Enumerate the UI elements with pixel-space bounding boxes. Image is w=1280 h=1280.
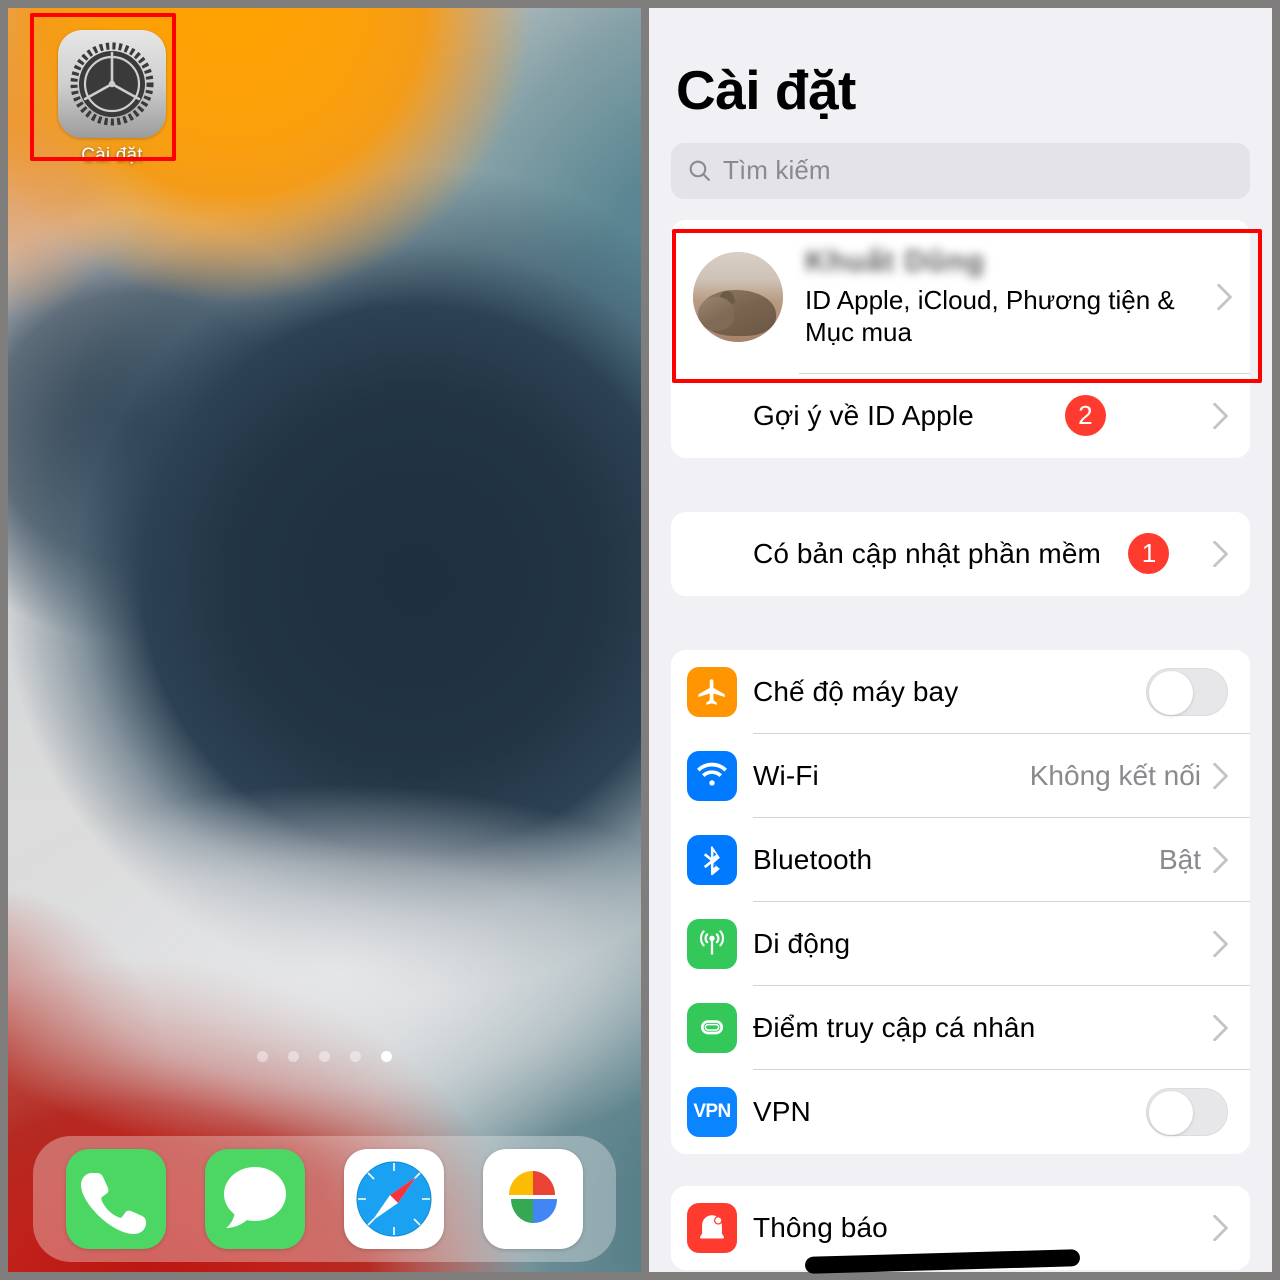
home-app-label: Cài đặt xyxy=(81,145,143,166)
cellular-antenna-icon xyxy=(687,918,737,969)
bluetooth-icon xyxy=(687,834,737,885)
row-lead xyxy=(671,1202,753,1253)
home-app-settings[interactable]: Cài đặt xyxy=(46,30,178,167)
airplane-icon xyxy=(687,666,737,717)
vpn-icon: VPN xyxy=(687,1086,737,1137)
row-label-bluetooth: Bluetooth xyxy=(753,843,873,875)
software-update-label: Có bản cập nhật phần mềm xyxy=(753,537,1101,569)
page-dot-4[interactable] xyxy=(350,1051,361,1062)
iphone-home-screen: Cài đặt xyxy=(8,8,641,1272)
row-label-cellular: Di động xyxy=(753,927,851,959)
row-lead xyxy=(671,834,753,885)
apple-id-suggestion-row[interactable]: Gợi ý về ID Apple 2 xyxy=(671,373,1250,458)
chevron-right-icon xyxy=(1213,1014,1228,1041)
software-update-badge: 1 xyxy=(1128,533,1170,575)
search-field[interactable] xyxy=(671,142,1250,199)
settings-gear-icon xyxy=(58,30,166,138)
home-page-indicator[interactable] xyxy=(8,1051,641,1062)
notifications-group: Thông báo xyxy=(671,1185,1250,1270)
connectivity-group: Chế độ máy bay Wi-Fi Không kết nối Bluet… xyxy=(671,649,1250,1154)
chevron-right-icon xyxy=(1213,846,1228,873)
notifications-bell-icon xyxy=(687,1202,737,1253)
safari-compass-icon[interactable] xyxy=(343,1149,444,1249)
toggle-knob xyxy=(1149,1090,1193,1135)
wifi-status-value: Không kết nối xyxy=(1029,759,1201,791)
settings-app-panel: Cài đặt Khuất Dũng ID Apple, iClou xyxy=(649,8,1272,1272)
row-lead xyxy=(671,666,753,717)
vpn-toggle[interactable] xyxy=(1146,1087,1228,1136)
row-cellular[interactable]: Di động xyxy=(671,901,1250,986)
row-personal-hotspot[interactable]: Điểm truy cập cá nhân xyxy=(671,985,1250,1070)
google-photos-icon[interactable] xyxy=(482,1149,583,1249)
row-label-personal-hotspot: Điểm truy cập cá nhân xyxy=(753,1011,1036,1043)
phone-icon[interactable] xyxy=(66,1149,167,1249)
row-label-wifi: Wi-Fi xyxy=(753,759,819,791)
personal-hotspot-icon xyxy=(687,1002,737,1053)
page-dot-1[interactable] xyxy=(257,1051,268,1062)
row-lead: VPN xyxy=(671,1086,753,1137)
row-lead xyxy=(671,918,753,969)
apple-id-name: Khuất Dũng xyxy=(805,245,985,279)
chevron-right-icon xyxy=(1213,1214,1228,1241)
row-wifi[interactable]: Wi-Fi Không kết nối xyxy=(671,733,1250,818)
apple-id-group: Khuất Dũng ID Apple, iCloud, Phương tiện… xyxy=(671,219,1250,458)
search-icon xyxy=(689,160,710,182)
toggle-knob xyxy=(1149,670,1193,715)
messages-icon[interactable] xyxy=(205,1149,306,1249)
row-lead xyxy=(671,750,753,801)
apple-id-suggestion-label: Gợi ý về ID Apple xyxy=(753,399,974,431)
row-label-notifications: Thông báo xyxy=(753,1211,888,1243)
search-input[interactable] xyxy=(723,155,1234,187)
row-vpn[interactable]: VPN VPN xyxy=(671,1069,1250,1154)
apple-id-suggestion-badge: 2 xyxy=(1064,395,1106,437)
page-dot-5-active[interactable] xyxy=(381,1051,392,1062)
row-label-airplane-mode: Chế độ máy bay xyxy=(753,675,959,707)
bluetooth-status-value: Bật xyxy=(1158,843,1201,875)
avatar xyxy=(693,251,783,342)
chevron-right-icon xyxy=(1213,540,1228,567)
apple-id-row[interactable]: Khuất Dũng ID Apple, iCloud, Phương tiện… xyxy=(671,219,1250,374)
row-bluetooth[interactable]: Bluetooth Bật xyxy=(671,817,1250,902)
apple-id-subtitle: ID Apple, iCloud, Phương tiện & Mục mua xyxy=(805,285,1175,347)
airplane-mode-toggle[interactable] xyxy=(1146,667,1228,716)
row-notifications[interactable]: Thông báo xyxy=(671,1185,1250,1270)
software-update-group: Có bản cập nhật phần mềm 1 xyxy=(671,511,1250,596)
chevron-right-icon xyxy=(1213,930,1228,957)
row-lead xyxy=(671,1002,753,1053)
home-dock xyxy=(33,1136,616,1262)
wifi-icon xyxy=(687,750,737,801)
chevron-right-icon xyxy=(1213,402,1228,429)
page-dot-2[interactable] xyxy=(288,1051,299,1062)
wallpaper-light-band xyxy=(8,8,641,1272)
software-update-row[interactable]: Có bản cập nhật phần mềm 1 xyxy=(671,511,1250,596)
chevron-right-icon xyxy=(1213,762,1228,789)
page-dot-3[interactable] xyxy=(319,1051,330,1062)
screenshot-root: Cài đặt Cài đặt Tìm kiếm Khuất Dũng ID A… xyxy=(0,0,1280,1280)
page-title: Cài đặt xyxy=(676,59,856,121)
chevron-right-icon xyxy=(1217,283,1232,310)
row-airplane-mode[interactable]: Chế độ máy bay xyxy=(671,649,1250,734)
row-label-vpn: VPN xyxy=(753,1095,811,1127)
